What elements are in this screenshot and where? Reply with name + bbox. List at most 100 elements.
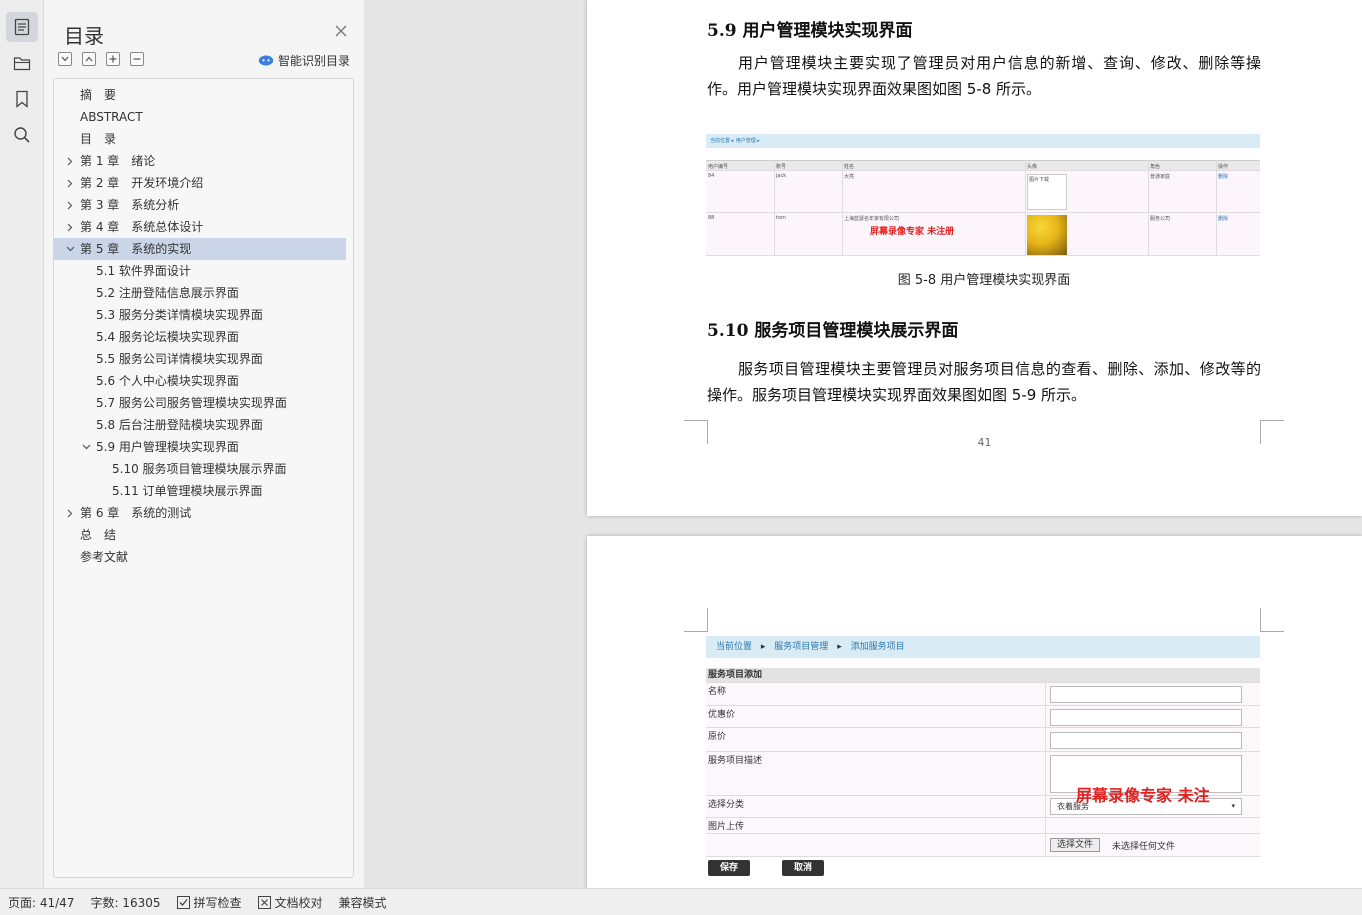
compatibility-mode-label: 兼容模式: [338, 895, 387, 910]
cancel-button: 取消: [782, 860, 824, 876]
toc-item-label: 5.9 用户管理模块实现界面: [96, 440, 239, 454]
table-divider: [1216, 160, 1217, 256]
chevron-right-icon[interactable]: [64, 150, 76, 172]
checkbox-x-icon: [257, 895, 271, 909]
form-divider: [1045, 752, 1046, 795]
table-cell: 大亮: [844, 174, 855, 180]
form-divider: [1045, 706, 1046, 727]
table-cell: tom: [776, 215, 786, 221]
toc-item[interactable]: 5.9 用户管理模块实现界面: [54, 436, 346, 458]
navigation-pane-button[interactable]: [6, 48, 38, 78]
watermark: 屏幕录像专家 未注: [1076, 786, 1210, 805]
figure-breadcrumb: 当前位置 ▸ 服务项目管理 ▸ 添加服务项目: [706, 636, 1260, 658]
toc-item[interactable]: 摘 要: [54, 84, 346, 106]
toc-item[interactable]: 5.8 后台注册登陆模块实现界面: [54, 414, 346, 436]
collapse-level-button[interactable]: [130, 52, 144, 66]
collapse-all-button[interactable]: [82, 52, 96, 66]
toc-item[interactable]: 5.4 服务论坛模块实现界面: [54, 326, 346, 348]
toc-item[interactable]: 总 结: [54, 524, 346, 546]
paragraph-5-10: 服务项目管理模块主要管理员对服务项目信息的查看、删除、添加、修改等的操作。服务项…: [707, 360, 1261, 404]
toc-item[interactable]: 5.5 服务公司详情模块实现界面: [54, 348, 346, 370]
chevron-right-icon[interactable]: [64, 502, 76, 524]
form-row: 优惠价: [706, 705, 1260, 727]
table-divider: [1148, 160, 1149, 256]
checkbox-checked-icon: [176, 895, 190, 909]
plus-icon: [109, 55, 117, 63]
status-bar: 页面: 41/47 字数: 16305 拼写检查 文档校对 兼容模式: [0, 888, 1362, 915]
dropdown-arrow-icon: ▾: [1231, 802, 1235, 810]
form-label: 优惠价: [708, 710, 736, 720]
chevron-right-icon[interactable]: [64, 216, 76, 238]
table-row: 88 tom 上海蓝瑟名年家有限公司 服务公司 删除: [706, 212, 1260, 256]
table-header-cell: 用户编号: [708, 164, 729, 170]
toc-item[interactable]: 5.1 软件界面设计: [54, 260, 346, 282]
table-cell: jack: [776, 173, 787, 179]
form-row: 原价: [706, 727, 1260, 751]
no-file-text: 未选择任何文件: [1112, 842, 1176, 852]
sidebar-rail: [0, 0, 44, 888]
avatar-placeholder: 图片下载: [1027, 174, 1067, 210]
toc-item[interactable]: 参考文献: [54, 546, 346, 568]
folder-tree-icon: [13, 57, 31, 71]
toc-item[interactable]: 5.10 服务项目管理模块展示界面: [54, 458, 346, 480]
table-cell: 删除: [1218, 216, 1229, 222]
toc-item[interactable]: ABSTRACT: [54, 106, 346, 128]
document-proofread-button[interactable]: 文档校对: [250, 889, 331, 915]
figure-table-header: 用户编号 账号 姓名 头像 角色 操作: [706, 160, 1260, 170]
toc-item[interactable]: 5.2 注册登陆信息展示界面: [54, 282, 346, 304]
breadcrumb-separator: ▸: [837, 642, 842, 652]
page-indicator-label: 页面: 41/47: [8, 895, 75, 910]
table-header-cell: 账号: [776, 164, 787, 170]
toc-item[interactable]: 5.6 个人中心模块实现界面: [54, 370, 346, 392]
form-label: 服务项目描述: [708, 756, 763, 766]
toc-item[interactable]: 5.3 服务分类详情模块实现界面: [54, 304, 346, 326]
banana-avatar-image: [1027, 215, 1067, 255]
search-button[interactable]: [6, 120, 38, 150]
toc-item[interactable]: 第 4 章 系统总体设计: [54, 216, 346, 238]
toc-item-label: 5.5 服务公司详情模块实现界面: [96, 352, 263, 366]
document-proofread-label: 文档校对: [274, 895, 323, 910]
breadcrumb-item: 当前位置: [716, 642, 753, 652]
smart-toc-button[interactable]: 智能识别目录: [258, 52, 350, 68]
toc-item-label: 5.1 软件界面设计: [96, 264, 191, 278]
toc-item[interactable]: 第 5 章 系统的实现: [54, 238, 346, 260]
expand-all-button[interactable]: [58, 52, 72, 66]
toc-item[interactable]: 第 6 章 系统的测试: [54, 502, 346, 524]
toc-item[interactable]: 5.7 服务公司服务管理模块实现界面: [54, 392, 346, 414]
document-area[interactable]: 5.9 用户管理模块实现界面 用户管理模块主要实现了管理员对用户信息的新增、查询…: [364, 0, 1362, 888]
toc-item[interactable]: 5.11 订单管理模块展示界面: [54, 480, 346, 502]
breadcrumb-item: 服务项目管理: [774, 642, 829, 652]
toc-panel-button[interactable]: [6, 12, 38, 42]
toc-item[interactable]: 第 2 章 开发环境介绍: [54, 172, 346, 194]
form-label: 名称: [708, 687, 727, 697]
form-label: 原价: [708, 732, 727, 742]
chevron-right-icon[interactable]: [64, 194, 76, 216]
form-row: 选择文件 未选择任何文件: [706, 833, 1260, 857]
toc-item[interactable]: 第 1 章 绪论: [54, 150, 346, 172]
table-cell: 删除: [1218, 174, 1229, 180]
toc-item-label: 第 5 章 系统的实现: [80, 242, 192, 256]
toc-item[interactable]: 目 录: [54, 128, 346, 150]
document-page-41: 5.9 用户管理模块实现界面 用户管理模块主要实现了管理员对用户信息的新增、查询…: [587, 0, 1362, 516]
toc-item-label: 第 4 章 系统总体设计: [80, 220, 204, 234]
chevron-right-icon[interactable]: [64, 172, 76, 194]
expand-level-button[interactable]: [106, 52, 120, 66]
toc-item-label: 第 6 章 系统的测试: [80, 506, 192, 520]
minus-icon: [133, 58, 141, 60]
close-toc-button[interactable]: [334, 24, 348, 38]
form-label: 选择分类: [708, 800, 745, 810]
bookmark-button[interactable]: [6, 84, 38, 114]
word-count[interactable]: 字数: 16305: [82, 889, 168, 915]
chevron-down-icon[interactable]: [80, 436, 92, 458]
page-indicator[interactable]: 页面: 41/47: [0, 889, 82, 915]
save-button: 保存: [708, 860, 750, 876]
page-number: 41: [977, 436, 992, 449]
toc-item-label: 5.3 服务分类详情模块实现界面: [96, 308, 263, 322]
figure-caption-5-8: 图 5-8 用户管理模块实现界面: [897, 273, 1071, 288]
compatibility-mode: 兼容模式: [331, 889, 395, 915]
word-count-label: 字数: 16305: [90, 895, 161, 910]
chevron-down-icon[interactable]: [64, 238, 76, 260]
toc-item[interactable]: 第 3 章 系统分析: [54, 194, 346, 216]
table-header-cell: 操作: [1218, 164, 1229, 170]
spell-check-button[interactable]: 拼写检查: [169, 889, 250, 915]
